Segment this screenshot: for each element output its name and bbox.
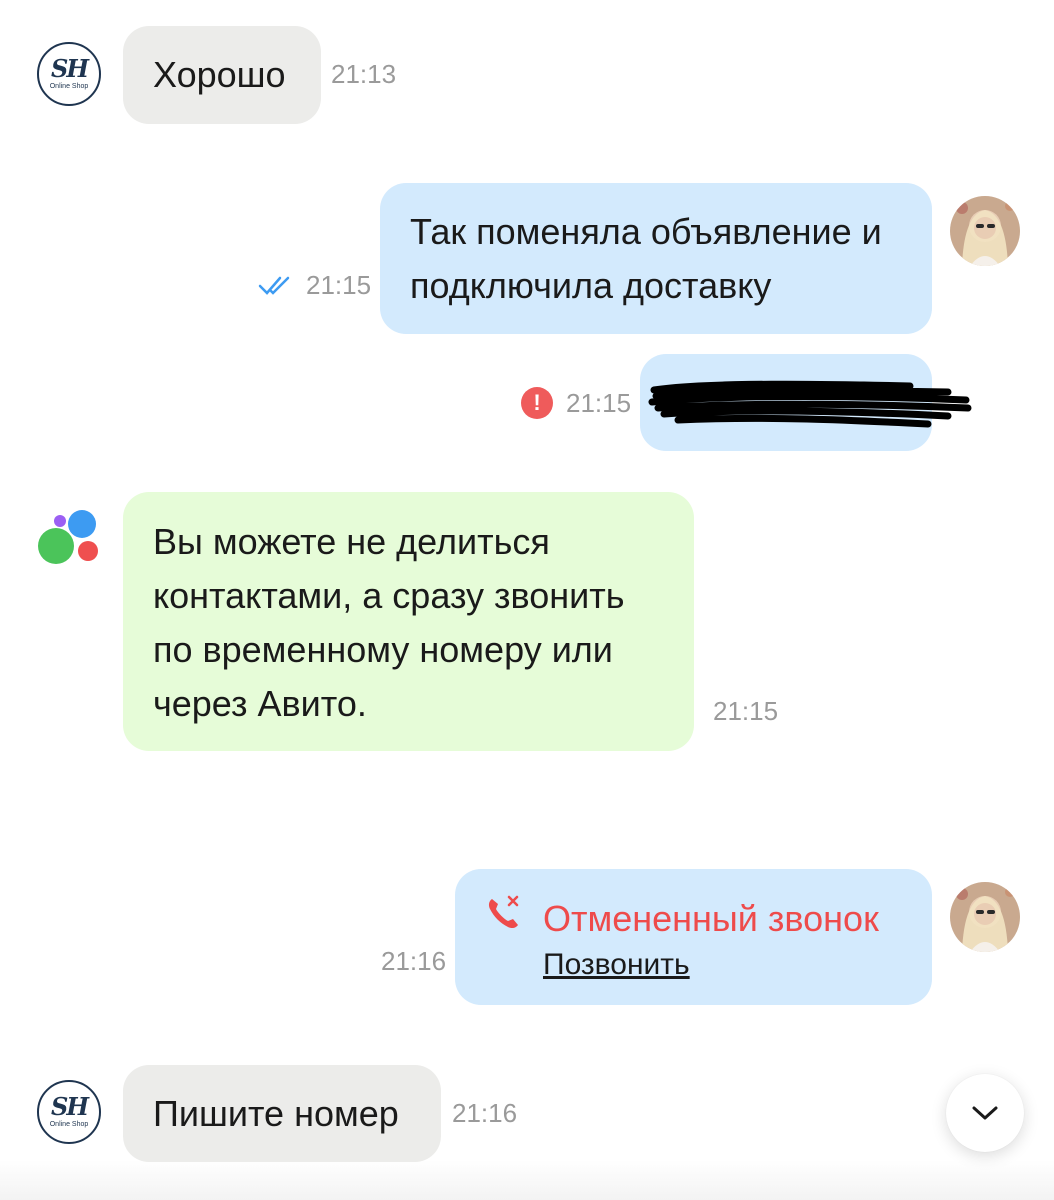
message-text-line: Так поменяла объявление и [410,211,882,252]
phone-missed-icon [488,895,519,929]
message-time: 21:15 [306,270,372,300]
message-text-line: Вы можете не делиться [153,521,550,562]
message-bubble-incoming[interactable]: Хорошо [123,26,321,124]
call-status-text: Отмененный звонок [543,898,879,939]
chevron-down-icon [972,1106,998,1120]
message-time: 21:15 [566,388,632,418]
scroll-down-button[interactable] [946,1074,1024,1152]
message-text-line: по временному номеру или [153,629,613,670]
message-time: 21:15 [713,696,779,726]
shop-avatar[interactable]: SH Online Shop [37,1080,101,1144]
message-text: Хорошо [153,54,286,95]
user-avatar[interactable] [950,882,1020,952]
call-back-link[interactable]: Позвонить [543,947,690,983]
avatar-monogram: SH [50,1092,89,1121]
message-text-line: подключила доставку [410,265,772,306]
message-text-line: контактами, а сразу звонить [153,575,625,616]
avatar-caption: Online Shop [49,1121,89,1128]
shop-avatar[interactable]: SH Online Shop [37,42,101,106]
error-icon[interactable]: ! [521,387,553,419]
avatar-monogram: SH [50,54,89,83]
message-bubble-outgoing[interactable]: Так поменяла объявление и подключила дос… [380,183,932,334]
system-message-bubble[interactable]: Вы можете не делиться контактами, а сраз… [123,492,694,751]
user-photo [950,882,1020,952]
message-text: Пишите номер [153,1092,399,1134]
message-time: 21:16 [452,1098,518,1128]
message-text-line: через Авито. [153,683,367,724]
message-time: 21:13 [331,59,397,89]
user-avatar[interactable] [950,196,1020,266]
bottom-fade [0,1160,1054,1200]
double-check-icon [258,276,290,295]
message-time: 21:16 [381,946,447,976]
avatar-caption: Online Shop [49,83,89,90]
message-bubble-incoming[interactable]: Пишите номер [123,1065,441,1162]
user-photo [950,196,1020,266]
avito-logo-icon [38,510,98,564]
redaction-scribble [648,380,972,428]
